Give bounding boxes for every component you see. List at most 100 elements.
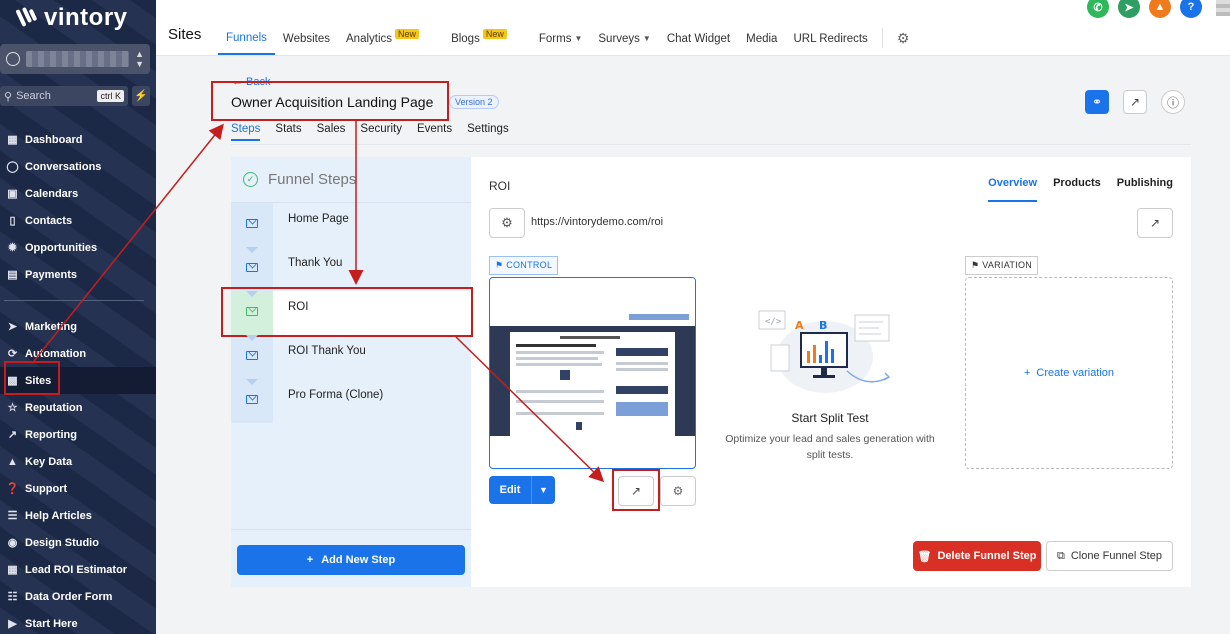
sidebar-item-automation[interactable]: ⟳ Automation	[0, 340, 156, 367]
new-badge: New	[395, 28, 420, 39]
tab-funnels[interactable]: Funnels	[218, 28, 275, 55]
sidebar-item-support[interactable]: ❓ Support	[0, 475, 156, 502]
subtab-settings[interactable]: Settings	[467, 123, 509, 141]
tab-products[interactable]: Products	[1053, 177, 1101, 202]
sidebar-item-label: Conversations	[25, 160, 102, 173]
play-icon: ▶	[8, 618, 17, 630]
search-box[interactable]: ⚲ Search ctrl K	[0, 86, 128, 106]
control-page-preview[interactable]	[489, 277, 696, 469]
sidebar-item-reporting[interactable]: ↗ Reporting	[0, 421, 156, 448]
tab-media[interactable]: Media	[738, 28, 785, 55]
send-icon: ➤	[7, 321, 18, 333]
url-open-external-button[interactable]: ↗	[1137, 208, 1173, 238]
sidebar-item-marketing[interactable]: ➤ Marketing	[0, 313, 156, 340]
delete-funnel-step-button[interactable]: 🗑 Delete Funnel Step	[913, 541, 1041, 571]
sidebar-item-opportunities[interactable]: ✹ Opportunities	[0, 234, 156, 261]
tab-surveys[interactable]: Surveys ▼	[590, 28, 658, 55]
account-switcher[interactable]: ▲ ▼	[0, 44, 150, 74]
create-variation-link[interactable]: + Create variation	[1024, 367, 1114, 379]
sidebar-item-lead-roi-estimator[interactable]: ▦ Lead ROI Estimator	[0, 556, 156, 583]
back-link[interactable]: ← Back	[232, 76, 271, 88]
sidebar-item-payments[interactable]: ▤ Payments	[0, 261, 156, 288]
articles-icon: ☰	[7, 510, 18, 522]
sites-icon: ▩	[7, 375, 18, 387]
sidebar-item-key-data[interactable]: ▲ Key Data	[0, 448, 156, 475]
tab-publishing[interactable]: Publishing	[1117, 177, 1173, 202]
subtab-stats[interactable]: Stats	[275, 123, 301, 141]
tab-url-redirects[interactable]: URL Redirects	[785, 28, 875, 55]
tab-chat-widget[interactable]: Chat Widget	[659, 28, 738, 55]
sidebar-item-design-studio[interactable]: ◉ Design Studio	[0, 529, 156, 556]
delete-label: Delete Funnel Step	[937, 550, 1037, 562]
user-avatar[interactable]	[1216, 0, 1230, 16]
sidebar-item-reputation[interactable]: ☆ Reputation	[0, 394, 156, 421]
sidebar-item-calendars[interactable]: ▣ Calendars	[0, 180, 156, 207]
svg-text:B: B	[819, 319, 827, 332]
quick-actions-bolt-icon[interactable]: ⚡	[132, 86, 150, 106]
tab-blogs[interactable]: Blogs New	[443, 28, 515, 55]
edit-dropdown-button[interactable]: ▼	[531, 476, 555, 504]
variation-dropzone[interactable]: + Create variation	[965, 277, 1173, 469]
step-home-page[interactable]: Home Page	[231, 203, 471, 253]
top-action-icons: ✆ ➤ ▲ ?	[1087, 0, 1202, 18]
step-roi-thank-you[interactable]: ROI Thank You	[231, 335, 471, 385]
step-url[interactable]: https://vintorydemo.com/roi	[531, 216, 663, 228]
step-label: Home Page	[288, 213, 349, 225]
sidebar-item-contacts[interactable]: ▯ Contacts	[0, 207, 156, 234]
tab-label: Media	[746, 32, 778, 45]
sidebar-item-dashboard[interactable]: ▦ Dashboard	[0, 126, 156, 153]
info-button[interactable]: ⓘ	[1161, 90, 1185, 114]
preview-open-external-button[interactable]: ↗	[618, 476, 654, 506]
flag-icon: ⚑	[971, 260, 980, 270]
sidebar-item-label: Contacts	[25, 214, 73, 227]
sidebar-item-label: Automation	[25, 347, 87, 360]
help-icon[interactable]: ?	[1180, 0, 1202, 18]
open-external-button[interactable]: ↗	[1123, 90, 1147, 114]
sidebar: vintory ▲ ▼ ⚲ Search ctrl K ⚡ ▦ Dashboard …	[0, 0, 156, 634]
megaphone-icon[interactable]: ➤	[1118, 0, 1140, 18]
database-icon: ☷	[7, 591, 18, 603]
calendar-icon: ▣	[7, 188, 18, 200]
account-name-redacted	[26, 51, 130, 67]
edit-button[interactable]: Edit	[489, 476, 531, 504]
sidebar-item-sites[interactable]: ▩ Sites	[0, 367, 156, 394]
subtab-steps[interactable]: Steps	[231, 123, 261, 141]
share-button[interactable]: ⚭	[1085, 90, 1109, 114]
funnel-steps-header: ✓ Funnel Steps	[231, 157, 471, 203]
preview-nav-bar	[629, 314, 689, 320]
opportunities-icon: ✹	[7, 242, 18, 254]
sidebar-item-data-order-form[interactable]: ☷ Data Order Form	[0, 583, 156, 610]
brand-logo[interactable]: vintory	[15, 4, 128, 32]
sidebar-item-help-articles[interactable]: ☰ Help Articles	[0, 502, 156, 529]
sidebar-item-label: Calendars	[25, 187, 79, 200]
sidebar-item-conversations[interactable]: ◯ Conversations	[0, 153, 156, 180]
info-icon: ⓘ	[1166, 95, 1179, 110]
phone-icon[interactable]: ✆	[1087, 0, 1109, 18]
tab-overview[interactable]: Overview	[988, 177, 1038, 202]
step-label: Pro Forma (Clone)	[288, 389, 384, 401]
preview-block	[560, 370, 570, 380]
add-new-step-button[interactable]: + Add New Step	[237, 545, 465, 575]
url-settings-button[interactable]: ⚙	[489, 208, 525, 238]
sidebar-item-label: Start Here	[25, 617, 78, 630]
preview-line	[516, 357, 598, 360]
clone-funnel-step-button[interactable]: ⧉ Clone Funnel Step	[1046, 541, 1173, 571]
sidebar-item-start-here[interactable]: ▶ Start Here	[0, 610, 156, 634]
tab-analytics[interactable]: Analytics New	[338, 28, 427, 55]
step-roi[interactable]: ROI	[231, 291, 471, 341]
settings-gear-button[interactable]: ⚙	[889, 28, 918, 55]
bell-icon[interactable]: ▲	[1149, 0, 1171, 18]
step-tabs: Overview Products Publishing	[988, 177, 1173, 202]
subtab-events[interactable]: Events	[417, 123, 452, 141]
tab-websites[interactable]: Websites	[275, 28, 338, 55]
step-pro-forma-clone[interactable]: Pro Forma (Clone)	[231, 379, 471, 423]
preview-settings-button[interactable]: ⚙	[660, 476, 696, 506]
subtab-security[interactable]: Security	[360, 123, 402, 141]
sidebar-item-label: Opportunities	[25, 241, 98, 254]
tab-label: Analytics	[346, 32, 393, 45]
subtab-sales[interactable]: Sales	[317, 123, 346, 141]
svg-text:</>: </>	[765, 317, 782, 327]
plus-icon: +	[306, 554, 314, 566]
tab-forms[interactable]: Forms ▼	[531, 28, 591, 55]
step-thank-you[interactable]: Thank You	[231, 247, 471, 297]
